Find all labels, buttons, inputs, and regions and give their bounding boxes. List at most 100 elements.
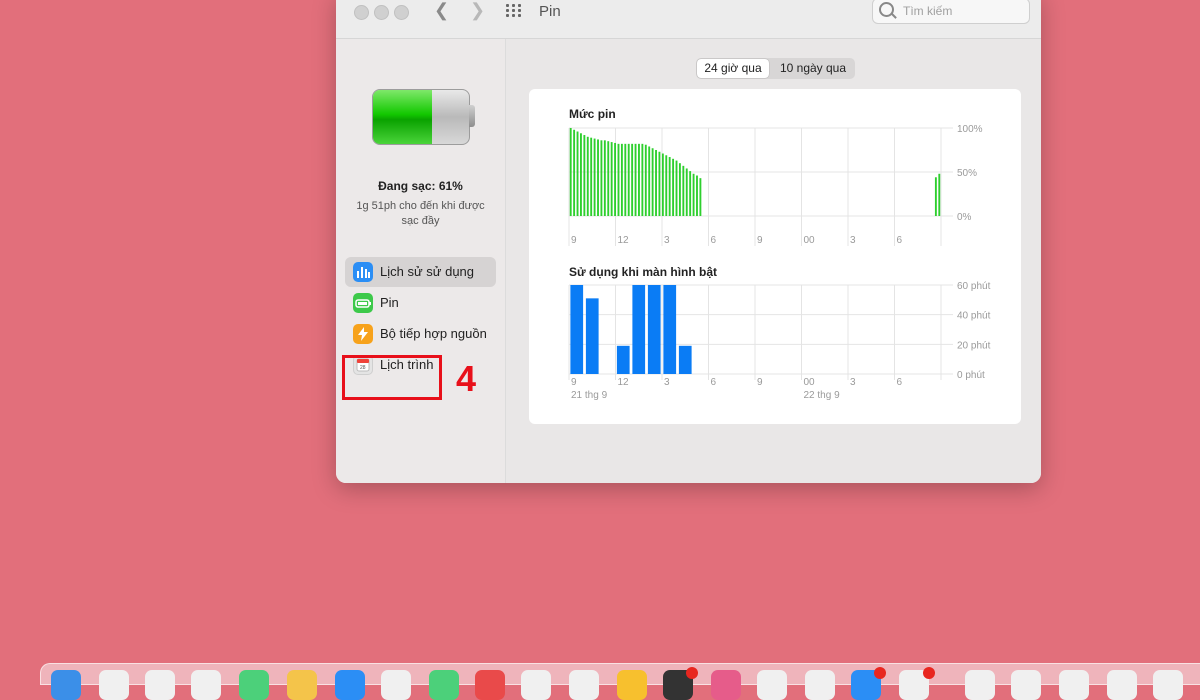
lightning-icon [353, 324, 373, 344]
data-bar [597, 139, 599, 216]
data-bar [641, 143, 644, 216]
x-tick-label: 6 [897, 235, 903, 246]
screen-on-usage-chart-title: Sử dụng khi màn hình bật [569, 265, 718, 279]
forward-chevron-icon[interactable]: ❯ [470, 0, 485, 21]
y-tick-label: 100% [957, 124, 983, 135]
tab-24-hours[interactable]: 24 giờ qua [697, 59, 769, 78]
battery-level-chart: 100% 50% 0% 9 12 3 6 9 00 3 6 [568, 124, 983, 246]
search-icon [879, 2, 894, 17]
data-bar [658, 151, 661, 216]
search-input[interactable] [901, 2, 1025, 20]
data-bar [632, 285, 646, 374]
sidebar-item-label: Lịch sử sử dụng [380, 264, 475, 279]
search-field[interactable] [872, 0, 1030, 24]
y-tick-label: 40 phút [957, 311, 991, 322]
x-tick-label: 9 [757, 235, 763, 246]
data-bar [569, 128, 572, 216]
data-bar [696, 175, 698, 216]
data-bar [678, 163, 681, 216]
data-bar [570, 285, 584, 374]
minimize-window-button[interactable] [374, 5, 389, 20]
data-bar [616, 345, 630, 374]
data-bar [675, 160, 678, 216]
data-bar [580, 133, 582, 216]
data-bar [585, 298, 599, 374]
data-bar [593, 138, 596, 216]
charge-status: Đang sạc: 61% [378, 179, 463, 193]
data-bar [938, 173, 941, 216]
bar-chart-icon [353, 262, 373, 282]
data-bar [689, 171, 692, 216]
sidebar-item-label: Bộ tiếp hợp nguồn [380, 326, 487, 341]
data-bar [638, 143, 640, 216]
data-bar [661, 153, 664, 216]
data-bar [607, 141, 610, 216]
x-tick-label: 3 [664, 377, 670, 388]
y-tick-label: 50% [957, 168, 977, 179]
data-bar [665, 155, 668, 216]
data-bar [627, 143, 630, 216]
data-bar [620, 143, 623, 216]
data-bar [614, 142, 617, 216]
battery-icon [353, 293, 373, 313]
data-bar [624, 143, 627, 216]
x-tick-label: 12 [618, 377, 630, 388]
data-bar [576, 131, 579, 216]
x-tick-label: 6 [897, 377, 903, 388]
notification-badge [874, 667, 886, 679]
close-window-button[interactable] [354, 5, 369, 20]
data-bar [586, 136, 589, 216]
x-tick-label: 6 [711, 377, 717, 388]
zoom-window-button[interactable] [394, 5, 409, 20]
data-bar [651, 148, 654, 216]
data-bar [631, 143, 634, 216]
time-range-segmented-control: 24 giờ qua 10 ngày qua [696, 58, 855, 79]
data-bar [663, 285, 677, 374]
data-bar [634, 143, 637, 216]
x-tick-label: 00 [804, 235, 816, 246]
x-tick-label: 00 [804, 377, 816, 388]
screen-on-usage-chart: 60 phút 40 phút 20 phút 0 phút 9 12 3 6 9 00 3 6 21 … [568, 281, 991, 401]
x-tick-label: 9 [571, 377, 577, 388]
x-tick-label: 3 [850, 235, 856, 246]
sidebar-item-power-adapter[interactable]: Bộ tiếp hợp nguồn [345, 319, 496, 349]
data-bar [648, 146, 651, 216]
data-bar [610, 142, 613, 216]
tab-10-days[interactable]: 10 ngày qua [772, 59, 854, 78]
battery-icon [372, 89, 470, 145]
x-tick-label: 9 [571, 235, 577, 246]
data-bar [699, 178, 702, 216]
data-bar [583, 135, 586, 216]
notification-badge [923, 667, 935, 679]
sidebar: Đang sạc: 61% 1g 51ph cho đến khi được s… [336, 39, 506, 483]
dock [40, 663, 1200, 700]
data-bar [647, 285, 661, 374]
window-title: Pin [539, 3, 561, 20]
data-bar [590, 137, 593, 216]
y-tick-label: 20 phút [957, 340, 991, 351]
data-bar [617, 143, 620, 216]
battery-level-fill [373, 90, 432, 144]
highlight-box [342, 355, 442, 400]
x-tick-label: 12 [618, 235, 630, 246]
x-tick-label: 6 [711, 235, 717, 246]
battery-tip [469, 105, 475, 127]
data-bar [682, 165, 685, 216]
title-bar: ❮ ❯ Pin [336, 0, 1041, 39]
data-bar [644, 144, 647, 216]
date-label: 22 thg 9 [804, 390, 841, 401]
sidebar-item-usage-history[interactable]: Lịch sử sử dụng [345, 257, 496, 287]
x-tick-label: 3 [850, 377, 856, 388]
sidebar-item-battery[interactable]: Pin [345, 288, 496, 318]
x-tick-label: 3 [664, 235, 670, 246]
data-bar [934, 177, 937, 216]
charts-card: Mức pin 100% 50% 0% 9 12 3 6 9 00 3 6 Sử dụng khi … [529, 89, 1021, 424]
data-bar [685, 168, 688, 216]
data-bar [668, 157, 671, 216]
data-bar [692, 173, 695, 216]
y-tick-label: 0% [957, 212, 972, 223]
show-all-grid-icon[interactable] [506, 4, 524, 18]
back-chevron-icon[interactable]: ❮ [434, 0, 449, 21]
date-label: 21 thg 9 [571, 390, 608, 401]
step-number-label: 4 [456, 358, 477, 399]
